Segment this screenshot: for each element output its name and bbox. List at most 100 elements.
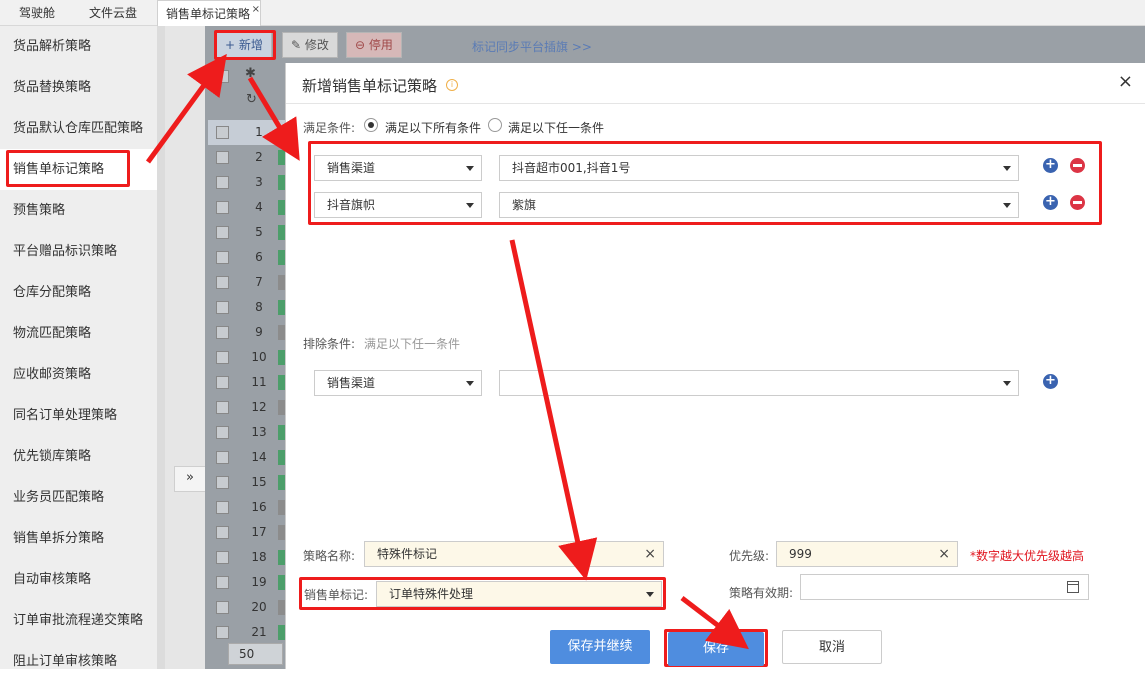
close-icon[interactable]: ×	[1118, 71, 1133, 92]
gear-icon[interactable]: ✱	[245, 66, 256, 81]
table-row[interactable]: 4	[208, 195, 292, 220]
close-icon[interactable]: ×	[252, 0, 260, 23]
tab-dashboard[interactable]: 驾驶舱	[19, 0, 55, 26]
disable-button[interactable]: ⊖ 停用	[346, 32, 402, 58]
clear-icon[interactable]: ×	[938, 542, 950, 566]
cancel-button[interactable]: 取消	[782, 630, 882, 664]
row-checkbox[interactable]	[216, 226, 229, 239]
sidebar-item[interactable]: 预售策略	[0, 190, 157, 231]
sidebar-item[interactable]: 应收邮资策略	[0, 354, 157, 395]
match-all-radio[interactable]	[364, 118, 378, 132]
table-row[interactable]: 1	[208, 120, 288, 145]
row-checkbox[interactable]	[216, 551, 229, 564]
save-continue-button[interactable]: 保存并继续	[550, 630, 650, 664]
disable-label: 停用	[368, 38, 393, 52]
select-all-checkbox[interactable]	[216, 70, 229, 83]
row-checkbox[interactable]	[216, 126, 229, 139]
table-row[interactable]: 19	[208, 570, 292, 595]
row-checkbox[interactable]	[216, 576, 229, 589]
table-row[interactable]: 7	[208, 270, 292, 295]
row-checkbox[interactable]	[216, 276, 229, 289]
sidebar-item[interactable]: 订单审批流程递交策略	[0, 600, 157, 641]
match-any-radio[interactable]	[488, 118, 502, 132]
condition-value: 紫旗	[512, 198, 537, 212]
row-checkbox[interactable]	[216, 351, 229, 364]
clear-icon[interactable]: ×	[644, 542, 656, 566]
sync-flag-link[interactable]: 标记同步平台插旗 >>	[472, 38, 592, 55]
sidebar-item[interactable]: 货品解析策略	[0, 26, 157, 67]
table-row[interactable]: 17	[208, 520, 292, 545]
sidebar-item[interactable]: 货品替换策略	[0, 67, 157, 108]
row-checkbox[interactable]	[216, 301, 229, 314]
refresh-icon[interactable]: ↻	[246, 92, 257, 107]
row-checkbox[interactable]	[216, 426, 229, 439]
edit-button[interactable]: ✎ 修改	[282, 32, 338, 58]
exclude-field-select[interactable]: 销售渠道	[314, 370, 482, 396]
sidebar-scrollbar[interactable]	[157, 26, 165, 669]
row-checkbox[interactable]	[216, 376, 229, 389]
tab-sales-mark-strategy[interactable]: 销售单标记策略 ×	[157, 0, 261, 26]
sidebar-item[interactable]: 货品默认仓库匹配策略	[0, 108, 157, 149]
row-checkbox[interactable]	[216, 201, 229, 214]
table-row[interactable]: 20	[208, 595, 292, 620]
table-row[interactable]: 5	[208, 220, 292, 245]
sidebar-item[interactable]: 仓库分配策略	[0, 272, 157, 313]
row-checkbox[interactable]	[216, 626, 229, 639]
page-size-select[interactable]: 50	[228, 643, 283, 665]
table-row[interactable]: 9	[208, 320, 292, 345]
table-row[interactable]: 10	[208, 345, 292, 370]
add-exclude-icon[interactable]: +	[1043, 374, 1058, 389]
validity-label: 策略有效期:	[729, 586, 794, 600]
row-number: 15	[251, 475, 267, 489]
priority-input[interactable]: 999 ×	[776, 541, 958, 567]
row-checkbox[interactable]	[216, 601, 229, 614]
row-checkbox[interactable]	[216, 326, 229, 339]
row-checkbox[interactable]	[216, 251, 229, 264]
mark-select[interactable]: 订单特殊件处理	[376, 581, 662, 607]
sidebar-item[interactable]: 平台赠品标识策略	[0, 231, 157, 272]
remove-condition-icon[interactable]	[1070, 158, 1085, 173]
table-row[interactable]: 3	[208, 170, 292, 195]
table-row[interactable]: 11	[208, 370, 292, 395]
tab-file-cloud[interactable]: 文件云盘	[89, 0, 137, 26]
row-checkbox[interactable]	[216, 501, 229, 514]
table-row[interactable]: 14	[208, 445, 292, 470]
condition-field-select[interactable]: 抖音旗帜	[314, 192, 482, 218]
table-row[interactable]: 6	[208, 245, 292, 270]
save-button[interactable]: 保存	[668, 632, 764, 666]
expand-button[interactable]: »	[174, 466, 206, 492]
condition-value-select[interactable]: 抖音超市001,抖音1号	[499, 155, 1019, 181]
row-checkbox[interactable]	[216, 401, 229, 414]
sidebar-item[interactable]: 阻止订单审核策略	[0, 641, 157, 682]
row-checkbox[interactable]	[216, 526, 229, 539]
sidebar-item[interactable]: 销售单拆分策略	[0, 518, 157, 559]
calendar-icon[interactable]	[1067, 581, 1079, 593]
table-row[interactable]: 2	[208, 145, 292, 170]
table-row[interactable]: 12	[208, 395, 292, 420]
sidebar-item[interactable]: 业务员匹配策略	[0, 477, 157, 518]
table-row[interactable]: 21	[208, 620, 292, 645]
strategy-name-input[interactable]: 特殊件标记 ×	[364, 541, 664, 567]
sidebar-item[interactable]: 物流匹配策略	[0, 313, 157, 354]
match-label: 满足条件:	[303, 121, 356, 135]
condition-field-select[interactable]: 销售渠道	[314, 155, 482, 181]
sidebar-item[interactable]: 同名订单处理策略	[0, 395, 157, 436]
row-number: 21	[251, 625, 267, 639]
condition-value-select[interactable]: 紫旗	[499, 192, 1019, 218]
table-row[interactable]: 13	[208, 420, 292, 445]
table-row[interactable]: 18	[208, 545, 292, 570]
remove-condition-icon[interactable]	[1070, 195, 1085, 210]
add-condition-icon[interactable]: +	[1043, 158, 1058, 173]
table-row[interactable]: 8	[208, 295, 292, 320]
sidebar-item[interactable]: 自动审核策略	[0, 559, 157, 600]
row-checkbox[interactable]	[216, 151, 229, 164]
row-checkbox[interactable]	[216, 476, 229, 489]
exclude-value-select[interactable]	[499, 370, 1019, 396]
add-condition-icon[interactable]: +	[1043, 195, 1058, 210]
validity-input[interactable]	[800, 574, 1089, 600]
row-checkbox[interactable]	[216, 176, 229, 189]
table-row[interactable]: 15	[208, 470, 292, 495]
sidebar-item[interactable]: 优先锁库策略	[0, 436, 157, 477]
table-row[interactable]: 16	[208, 495, 292, 520]
row-checkbox[interactable]	[216, 451, 229, 464]
